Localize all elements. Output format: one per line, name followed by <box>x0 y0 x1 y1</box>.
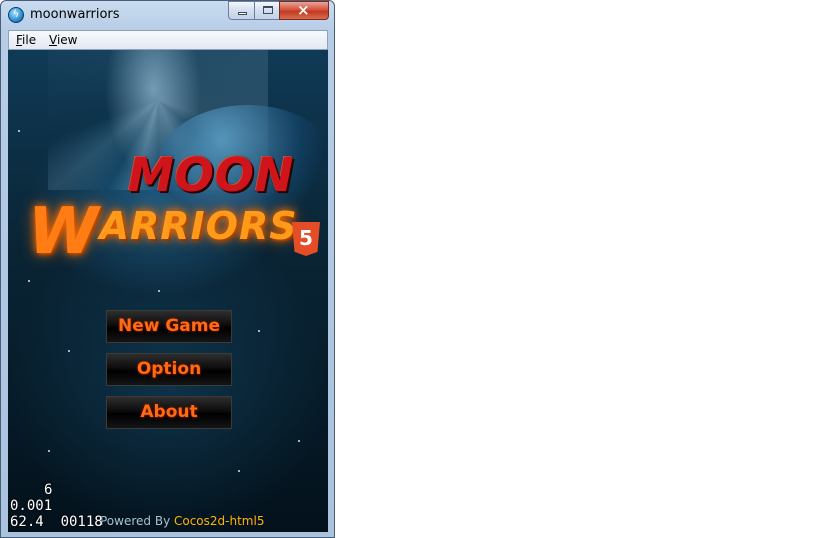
stat-frame-time: 0.001 <box>10 498 53 514</box>
debug-stats: 6 0.001 62.4 00118 <box>10 482 103 530</box>
stat-draw-calls: 6 <box>44 482 53 498</box>
title-bar[interactable]: ϟ moonwarriors × <box>1 1 334 29</box>
close-button[interactable]: × <box>279 1 329 20</box>
game-canvas[interactable]: MOON WARRIORS 5 New Game Option About Po… <box>8 50 328 532</box>
html5-badge-icon: 5 <box>292 222 320 256</box>
menu-view-rest: iew <box>56 33 78 47</box>
star <box>18 130 20 132</box>
star <box>48 450 50 452</box>
app-icon[interactable]: ϟ <box>8 7 24 23</box>
close-icon: × <box>297 1 310 19</box>
logo-warriors: WARRIORS <box>28 200 298 264</box>
menu-file[interactable]: File <box>16 33 36 47</box>
menu-bar: File View <box>8 30 328 50</box>
menu-view[interactable]: View <box>49 33 77 47</box>
star <box>158 290 160 292</box>
star <box>298 440 300 442</box>
app-window: ϟ moonwarriors × File View MOON WARRIORS… <box>0 0 335 538</box>
window-title: moonwarriors <box>30 7 120 22</box>
maximize-icon <box>263 6 273 14</box>
stat-fps: 62.4 00118 <box>10 514 103 530</box>
minimize-button[interactable] <box>228 1 255 20</box>
menu-file-rest: ile <box>22 33 37 47</box>
option-button[interactable]: Option <box>106 353 232 386</box>
logo-warriors-initial: W <box>28 195 100 269</box>
powered-brand: Cocos2d-html5 <box>173 514 265 528</box>
about-button[interactable]: About <box>106 396 232 429</box>
logo-warriors-rest: ARRIORS <box>99 204 298 248</box>
powered-prefix: Powered By <box>100 514 174 528</box>
new-game-button[interactable]: New Game <box>106 310 232 343</box>
maximize-button[interactable] <box>254 1 280 20</box>
star <box>68 350 70 352</box>
star <box>238 470 240 472</box>
star <box>258 330 260 332</box>
star <box>28 280 30 282</box>
minimize-icon <box>238 12 247 15</box>
powered-by-label: Powered By Cocos2d-html5 <box>100 514 264 528</box>
menu-view-mnemonic: V <box>49 33 57 47</box>
logo-moon: MOON <box>128 148 295 202</box>
